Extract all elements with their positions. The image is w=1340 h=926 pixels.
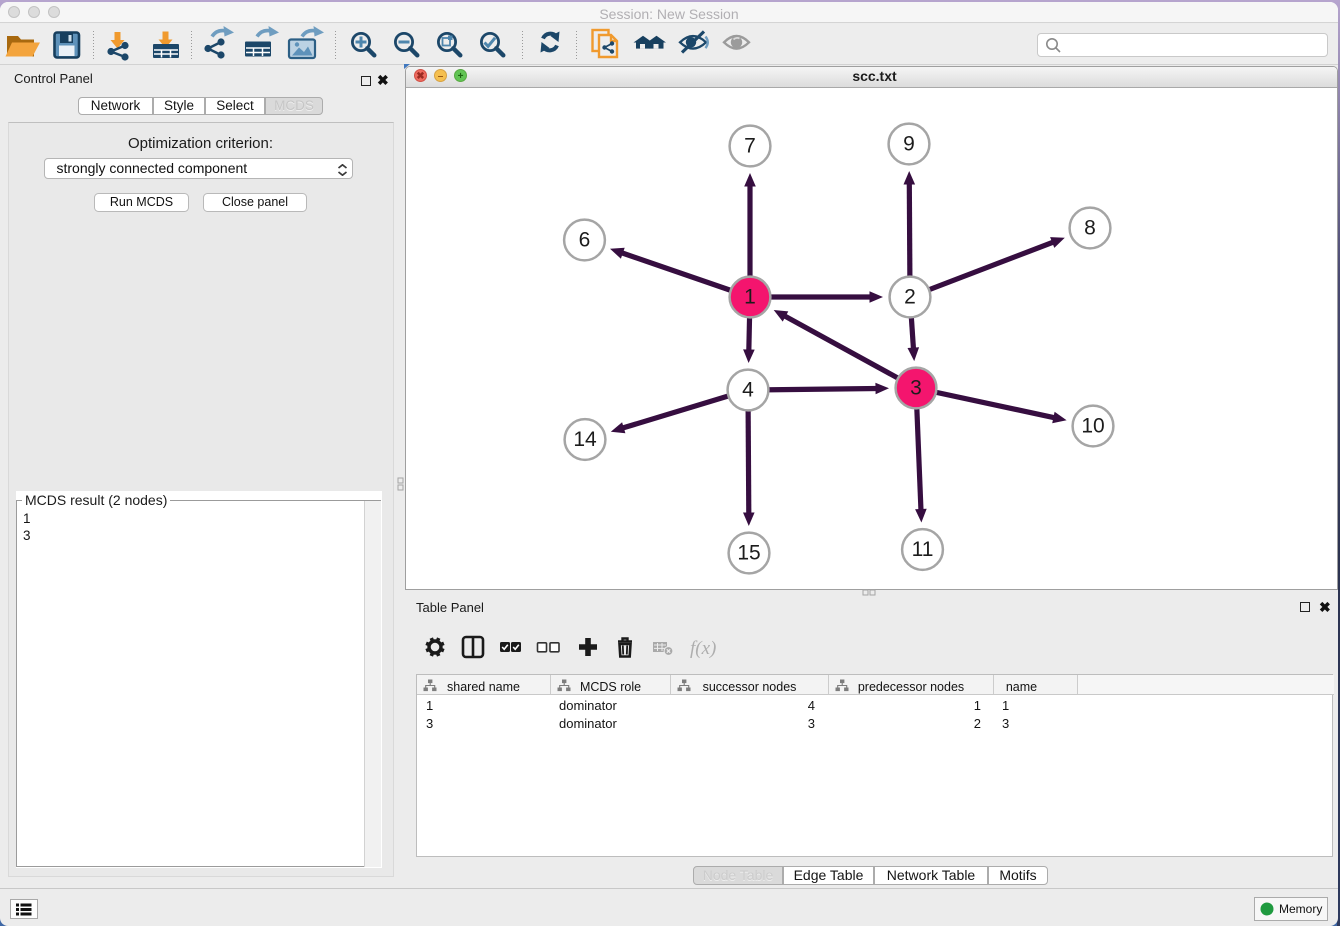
svg-text:7: 7 bbox=[744, 135, 756, 158]
svg-text:1: 1 bbox=[744, 286, 756, 309]
svg-text:4: 4 bbox=[742, 379, 754, 402]
svg-text:10: 10 bbox=[1081, 415, 1104, 438]
svg-text:Memory: Memory bbox=[1279, 902, 1322, 916]
svg-text:3: 3 bbox=[910, 377, 922, 400]
svg-text:14: 14 bbox=[573, 428, 597, 451]
svg-text:f(x): f(x) bbox=[690, 638, 716, 659]
svg-text:6: 6 bbox=[579, 229, 591, 252]
svg-text:15: 15 bbox=[737, 542, 760, 565]
svg-text:2: 2 bbox=[904, 286, 916, 309]
svg-text:9: 9 bbox=[903, 133, 915, 156]
svg-text:11: 11 bbox=[912, 538, 934, 561]
svg-text:8: 8 bbox=[1084, 217, 1096, 240]
